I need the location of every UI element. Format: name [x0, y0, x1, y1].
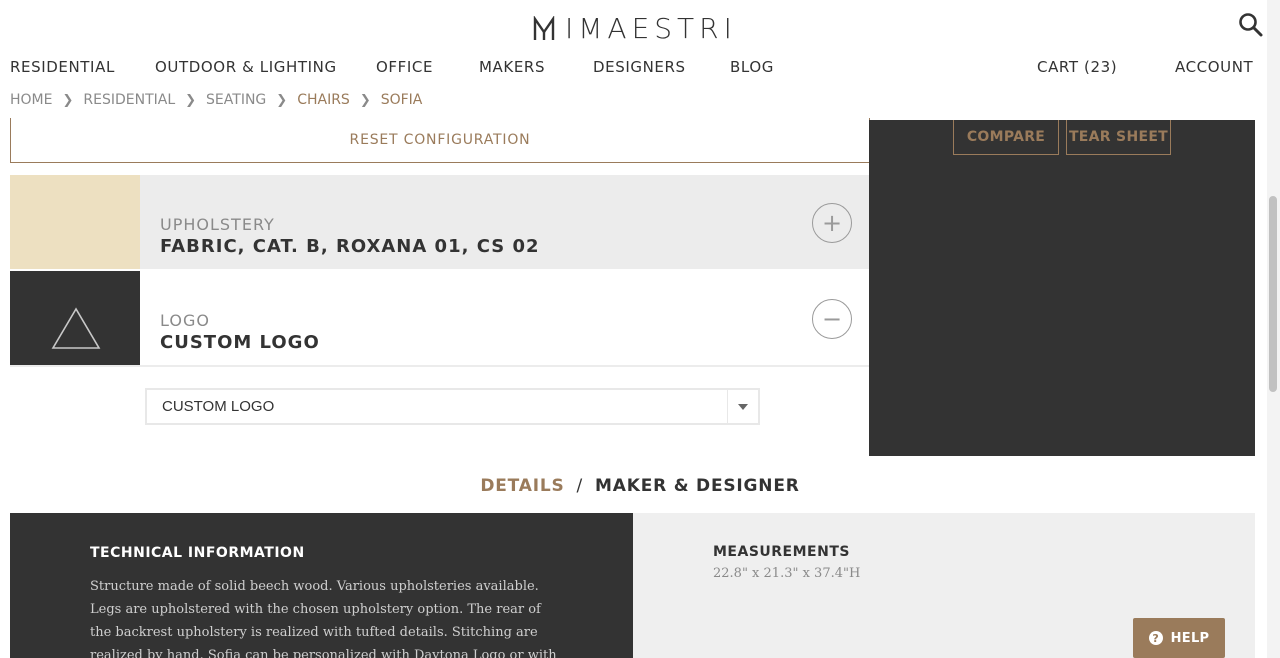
breadcrumb-sofia[interactable]: SOFIA — [381, 90, 423, 110]
upholstery-value: FABRIC, CAT. B, ROXANA 01, CS 02 — [160, 236, 540, 257]
product-preview-panel: COMPARE TEAR SHEET — [869, 120, 1255, 456]
technical-information-text: Structure made of solid beech wood. Vari… — [90, 579, 557, 658]
plus-icon[interactable]: + — [812, 203, 852, 243]
logo-label: LOGO — [160, 311, 210, 330]
upholstery-option[interactable]: UPHOLSTERY FABRIC, CAT. B, ROXANA 01, CS… — [10, 175, 869, 269]
logo-thumbnail — [10, 271, 140, 365]
tab-details[interactable]: DETAILS — [480, 476, 564, 496]
scrollbar-thumb[interactable] — [1269, 196, 1277, 392]
help-label: HELP — [1170, 630, 1210, 646]
breadcrumb-residential[interactable]: RESIDENTIAL — [83, 90, 175, 110]
reset-configuration-button[interactable]: RESET CONFIGURATION — [10, 118, 870, 163]
logo-value: CUSTOM LOGO — [160, 332, 320, 353]
logo-text: IMAESTRI — [565, 12, 737, 45]
chevron-right-icon: ❯ — [359, 92, 371, 108]
minus-icon[interactable]: − — [812, 299, 852, 339]
logo-mark-icon — [533, 16, 555, 40]
chevron-right-icon: ❯ — [62, 92, 74, 108]
tab-maker-designer[interactable]: MAKER & DESIGNER — [595, 476, 800, 496]
nav-blog[interactable]: BLOG — [730, 56, 774, 78]
nav-office[interactable]: OFFICE — [376, 56, 433, 78]
breadcrumb-chairs[interactable]: CHAIRS — [297, 90, 350, 110]
detail-tabs: DETAILS / MAKER & DESIGNER — [0, 476, 1280, 496]
cart-link[interactable]: CART (23) — [1037, 56, 1117, 78]
nav-makers[interactable]: MAKERS — [479, 56, 545, 78]
nav-designers[interactable]: DESIGNERS — [593, 56, 686, 78]
upholstery-label: UPHOLSTERY — [160, 215, 275, 234]
nav-outdoor-lighting[interactable]: OUTDOOR & LIGHTING — [155, 56, 337, 78]
custom-logo-select-value: CUSTOM LOGO — [162, 398, 275, 415]
breadcrumb-seating[interactable]: SEATING — [206, 90, 266, 110]
question-icon: ? — [1148, 631, 1163, 645]
search-button[interactable] — [1238, 12, 1264, 38]
compare-button[interactable]: COMPARE — [953, 120, 1059, 155]
help-button[interactable]: ? HELP — [1133, 618, 1225, 658]
chevron-right-icon: ❯ — [276, 92, 288, 108]
triangle-icon — [51, 307, 101, 349]
breadcrumb-home[interactable]: HOME — [10, 90, 52, 110]
technical-information-panel: TECHNICAL INFORMATION Structure made of … — [10, 513, 633, 658]
logo-option[interactable]: LOGO CUSTOM LOGO − — [10, 271, 869, 367]
tab-separator: / — [576, 476, 584, 496]
measurements-title: MEASUREMENTS — [713, 544, 850, 560]
nav-residential[interactable]: RESIDENTIAL — [10, 56, 115, 78]
page-scrollbar[interactable] — [1267, 0, 1280, 658]
chevron-right-icon: ❯ — [185, 92, 197, 108]
breadcrumb: HOME ❯ RESIDENTIAL ❯ SEATING ❯ CHAIRS ❯ … — [10, 90, 422, 110]
account-link[interactable]: ACCOUNT — [1175, 56, 1253, 78]
measurements-value: 22.8" x 21.3" x 37.4"H — [713, 566, 861, 581]
tear-sheet-button[interactable]: TEAR SHEET — [1066, 120, 1171, 155]
chevron-down-icon — [727, 390, 758, 423]
search-icon — [1239, 13, 1263, 37]
custom-logo-select[interactable]: CUSTOM LOGO — [145, 388, 760, 425]
technical-information-title: TECHNICAL INFORMATION — [90, 545, 305, 561]
site-logo[interactable]: IMAESTRI — [533, 14, 737, 44]
upholstery-swatch — [10, 175, 140, 269]
